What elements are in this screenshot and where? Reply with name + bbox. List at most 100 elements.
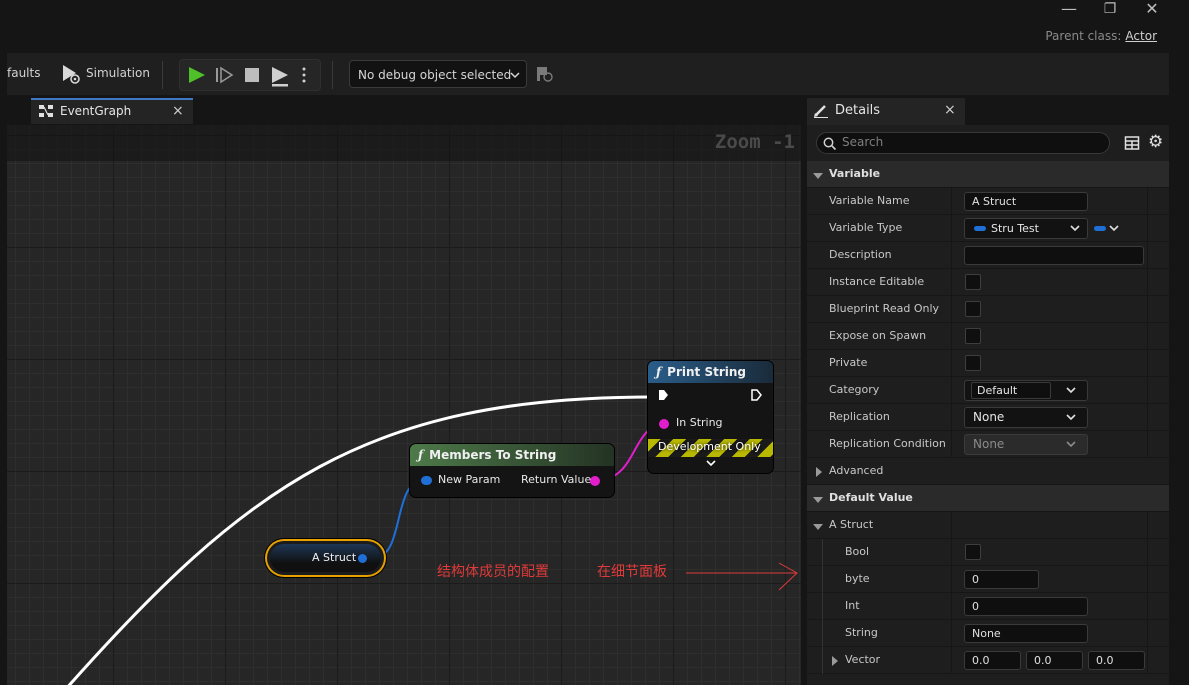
category-variable[interactable]: Variable [807, 161, 1169, 188]
vector-y-input[interactable]: 0.0 [1026, 651, 1083, 670]
close-tab-icon[interactable]: × [172, 103, 184, 119]
debug-filter-icon[interactable] [535, 64, 555, 84]
pin-return-value[interactable] [590, 476, 600, 486]
row-a-struct[interactable]: A Struct [807, 512, 1169, 539]
annotation-struct-members: 结构体成员的配置 [437, 564, 549, 580]
chevron-down-icon [813, 170, 823, 183]
tab-details-label: Details [835, 103, 881, 118]
byte-input[interactable]: 0 [964, 570, 1039, 589]
string-input[interactable]: None [964, 624, 1088, 643]
close-tab-icon[interactable]: × [944, 102, 956, 118]
pin-in-string[interactable] [659, 419, 669, 429]
more-options-icon[interactable] [292, 60, 316, 90]
expose-on-spawn-checkbox[interactable] [965, 328, 981, 344]
exec-pins[interactable] [648, 386, 773, 406]
search-input[interactable]: Search [816, 132, 1110, 154]
category-select[interactable]: Default [964, 380, 1088, 401]
vector-z-input[interactable]: 0.0 [1088, 651, 1145, 670]
pin-return-value-label: Return Value [521, 473, 592, 486]
variable-type-select[interactable]: Stru Test [964, 218, 1088, 239]
toolbar-separator [162, 61, 163, 89]
row-label: String [845, 626, 878, 639]
node-members-to-string[interactable]: ƒ Members To String New Param Return Valu… [410, 444, 614, 497]
chevron-down-icon [1069, 219, 1081, 244]
row-instance-editable: Instance Editable [807, 269, 1169, 296]
stop-icon[interactable] [238, 60, 266, 90]
row-label: Description [829, 248, 892, 261]
category-input[interactable]: Default [971, 382, 1051, 399]
minimize-icon[interactable]: — [1049, 0, 1089, 20]
single-container-icon [1094, 226, 1106, 231]
replication-select[interactable]: None [964, 407, 1088, 428]
row-label: Advanced [829, 464, 884, 477]
row-label: Blueprint Read Only [829, 302, 940, 315]
parent-class-label: Parent class: [1045, 29, 1122, 43]
chevron-right-icon [831, 656, 839, 669]
instance-editable-checkbox[interactable] [965, 274, 981, 290]
debug-object-value: No debug object selected [358, 68, 512, 82]
variable-name-input[interactable]: A Struct [964, 192, 1088, 211]
function-icon: ƒ [656, 365, 662, 379]
tab-details[interactable]: Details × [807, 98, 965, 125]
table-view-icon[interactable] [1124, 135, 1140, 155]
row-label: Replication Condition [829, 437, 946, 450]
struct-type-icon [974, 226, 986, 231]
class-defaults-button[interactable]: faults [7, 66, 40, 80]
toolbar-separator [332, 61, 333, 89]
row-label: Private [829, 356, 868, 369]
pin-a-struct-output[interactable] [358, 554, 367, 563]
chevron-right-icon [815, 467, 823, 480]
row-label: byte [845, 572, 870, 585]
restore-icon[interactable]: ❐ [1090, 0, 1130, 20]
row-vector[interactable]: Vector 0.0 0.0 0.0 [807, 647, 1169, 674]
advance-frame-icon[interactable] [210, 60, 238, 90]
bool-checkbox[interactable] [965, 544, 981, 560]
int-input[interactable]: 0 [964, 597, 1088, 616]
pin-in-string-label: In String [676, 416, 723, 429]
blueprint-read-only-checkbox[interactable] [965, 301, 981, 317]
title-bar: — ❐ ✕ Parent class: Actor [0, 0, 1189, 53]
pin-new-param[interactable] [421, 476, 432, 485]
row-variable-type: Variable Type Stru Test [807, 215, 1169, 242]
chevron-down-icon [1065, 408, 1077, 433]
container-type-select[interactable] [1092, 218, 1128, 239]
details-panel: Search ⚙ Variable Variable Name A Struct… [807, 125, 1169, 685]
expand-node-icon[interactable] [705, 457, 717, 471]
replication-condition-select[interactable]: None [964, 434, 1088, 455]
search-icon [823, 136, 837, 155]
close-icon[interactable]: ✕ [1132, 0, 1172, 20]
row-bool: Bool [807, 539, 1169, 566]
parent-class-link[interactable]: Actor [1125, 29, 1157, 43]
node-a-struct[interactable]: A Struct [267, 541, 384, 575]
dev-only-label: Development Only [658, 440, 761, 453]
node-header: ƒ Print String [648, 361, 773, 383]
toolbar: faults Simulation No debug object select… [7, 53, 1169, 95]
eject-icon[interactable] [266, 60, 294, 90]
debug-object-select[interactable]: No debug object selected [349, 60, 527, 88]
play-icon[interactable] [183, 60, 211, 90]
annotation-arrow [686, 562, 798, 591]
row-label: A Struct [829, 518, 874, 531]
row-replication-condition: Replication Condition None [807, 431, 1169, 458]
row-variable-name: Variable Name A Struct [807, 188, 1169, 215]
pencil-icon [813, 102, 829, 122]
row-label: Bool [845, 545, 870, 558]
pin-new-param-label: New Param [438, 473, 501, 486]
row-advanced[interactable]: Advanced [807, 458, 1169, 485]
search-placeholder: Search [842, 135, 884, 149]
row-label: Variable Type [829, 221, 903, 234]
category-default-value[interactable]: Default Value [807, 485, 1169, 512]
graph-canvas[interactable]: Zoom -1 ƒ Print String In String Developm… [7, 125, 801, 685]
tab-eventgraph[interactable]: EventGraph × [31, 98, 193, 124]
row-label: Expose on Spawn [829, 329, 927, 342]
private-checkbox[interactable] [965, 355, 981, 371]
row-label: Category [829, 383, 880, 396]
gear-icon[interactable]: ⚙ [1148, 134, 1163, 151]
description-input[interactable] [964, 246, 1144, 265]
row-private: Private [807, 350, 1169, 377]
vector-x-input[interactable]: 0.0 [964, 651, 1021, 670]
node-print-string[interactable]: ƒ Print String In String Development Only [648, 361, 773, 473]
category-label: Variable [829, 167, 881, 180]
chevron-down-icon [1065, 435, 1077, 460]
simulation-button[interactable]: Simulation [86, 66, 150, 80]
